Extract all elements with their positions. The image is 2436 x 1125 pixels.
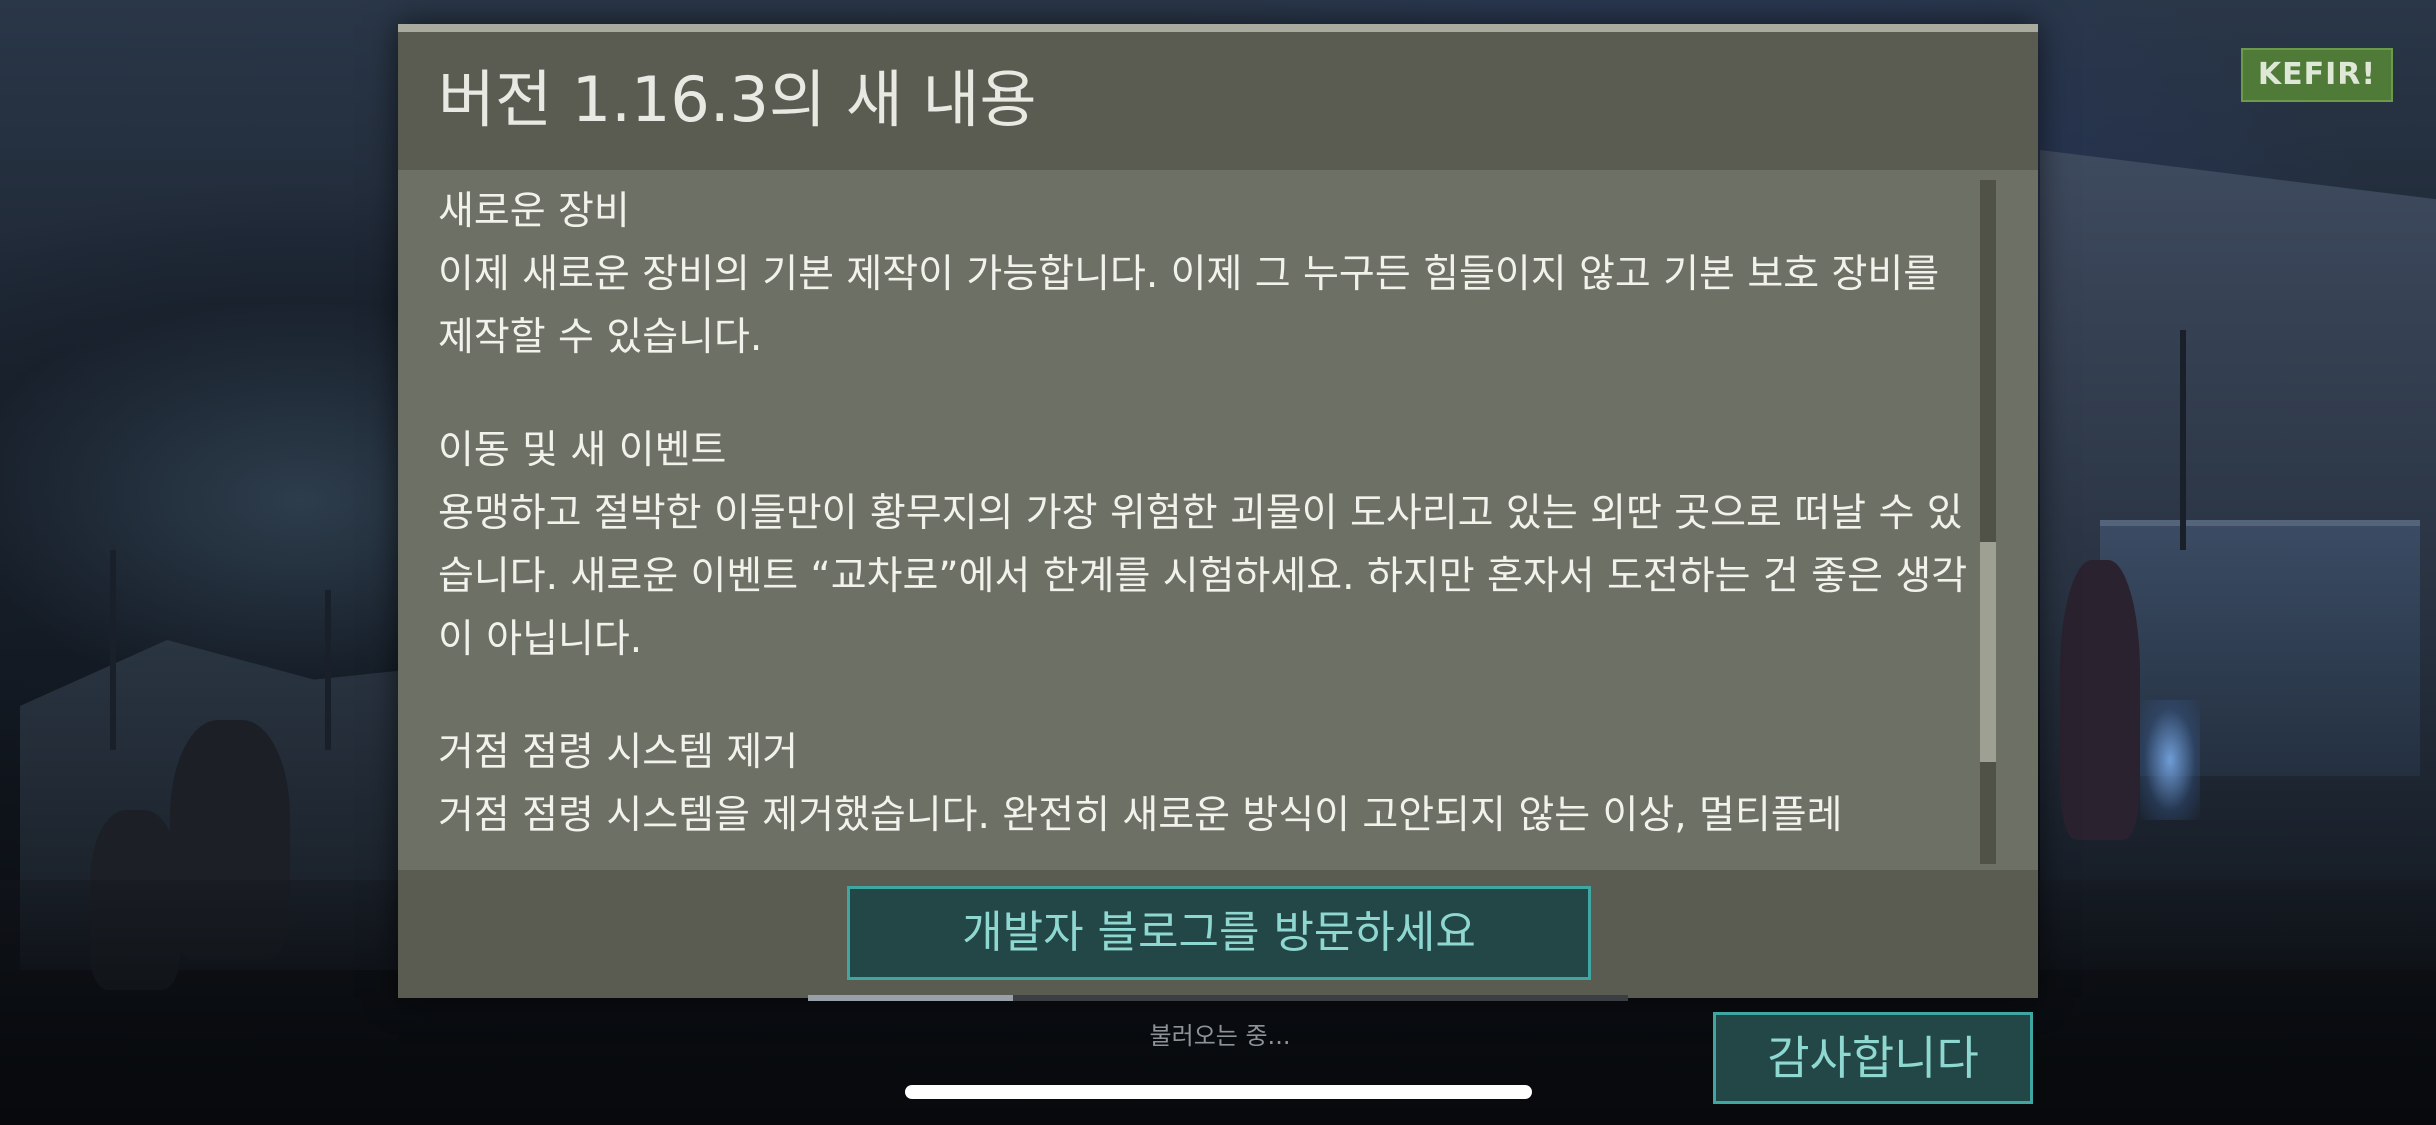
background-light [2140,700,2200,820]
game-screen: KEFIR! 버전 1.16.3의 새 내용 새로운 장비 이제 새로운 장비의… [0,0,2436,1125]
background-zombie [2060,560,2140,840]
dialog-footer: 개발자 블로그를 방문하세요 [398,870,2038,998]
loading-text: 불러오는 중... [1149,1022,1291,1050]
loading-progress-bar [808,995,1628,1001]
scrollbar-thumb[interactable] [1980,542,1996,762]
visit-dev-blog-button[interactable]: 개발자 블로그를 방문하세요 [847,886,1591,980]
patch-notes-content: 새로운 장비 이제 새로운 장비의 기본 제작이 가능합니다. 이제 그 누구든… [438,180,1968,870]
section-body: 용맹하고 절박한 이들만이 황무지의 가장 위험한 괴물이 도사리고 있는 외딴… [438,491,1968,662]
kefir-logo: KEFIR! [2241,48,2393,102]
section-body: 거점 점령 시스템을 제거했습니다. 완전히 새로운 방식이 고안되지 않는 이… [438,793,1843,838]
whats-new-dialog: 버전 1.16.3의 새 내용 새로운 장비 이제 새로운 장비의 기본 제작이… [398,24,2038,998]
section-heading: 거점 점령 시스템 제거 [438,730,799,775]
patch-notes-scroll-area[interactable]: 새로운 장비 이제 새로운 장비의 기본 제작이 가능합니다. 이제 그 누구든… [398,170,2038,870]
section-heading: 새로운 장비 [438,189,630,234]
background-pole [2180,330,2186,550]
patch-note-section: 거점 점령 시스템 제거 거점 점령 시스템을 제거했습니다. 완전히 새로운 … [438,721,1968,847]
dialog-title: 버전 1.16.3의 새 내용 [438,63,1037,136]
section-heading: 이동 및 새 이벤트 [438,428,727,473]
thanks-button[interactable]: 감사합니다 [1713,1012,2033,1104]
dialog-header: 버전 1.16.3의 새 내용 [398,32,2038,170]
background-pole [325,590,331,750]
scrollbar[interactable] [1980,180,1996,864]
patch-note-section: 새로운 장비 이제 새로운 장비의 기본 제작이 가능합니다. 이제 그 누구든… [438,180,1968,369]
background-pole [110,550,116,750]
patch-note-section: 이동 및 새 이벤트 용맹하고 절박한 이들만이 황무지의 가장 위험한 괴물이… [438,419,1968,671]
home-indicator[interactable] [905,1085,1532,1099]
loading-progress-fill [808,995,1013,1001]
section-body: 이제 새로운 장비의 기본 제작이 가능합니다. 이제 그 누구든 힘들이지 않… [438,252,1940,360]
